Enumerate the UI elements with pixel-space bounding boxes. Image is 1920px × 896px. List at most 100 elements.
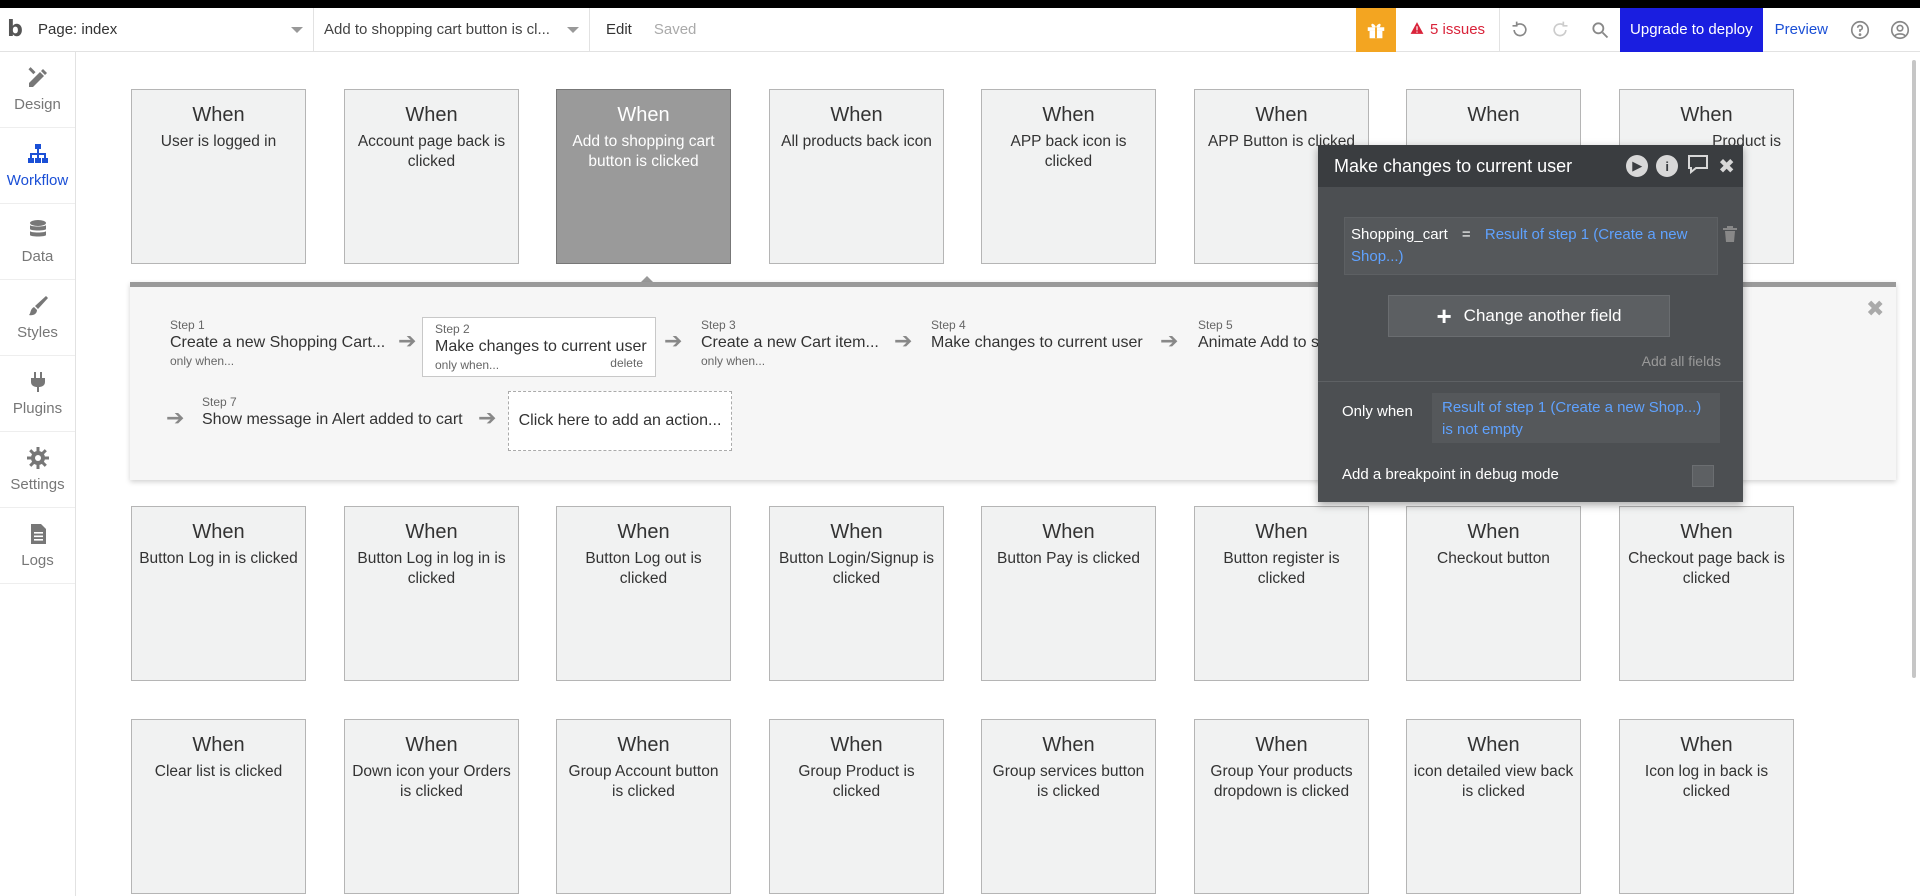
comment-icon[interactable] <box>1686 153 1710 180</box>
when-label: When <box>830 734 883 756</box>
step-3[interactable]: Step 3 Create a new Cart item... only wh… <box>701 318 879 368</box>
issues-button[interactable]: 5 issues <box>1396 7 1501 52</box>
when-label: When <box>830 521 883 543</box>
when-label: When <box>1255 521 1308 543</box>
when-label: When <box>1680 734 1733 756</box>
step-number: Step 1 <box>170 318 205 332</box>
close-icon[interactable]: ✖ <box>1866 296 1884 322</box>
event-selector[interactable]: Add to shopping cart button is cl... <box>314 7 590 52</box>
change-another-field-button[interactable]: + Change another field <box>1388 295 1670 337</box>
step-condition: only when... <box>170 354 235 368</box>
event-name: Add to shopping cart button is clicked <box>572 133 715 170</box>
when-label: When <box>405 521 458 543</box>
only-when-expression[interactable]: Result of step 1 (Create a new Shop...) … <box>1432 393 1720 443</box>
edit-menu[interactable]: Edit <box>606 21 632 38</box>
sidebar-item-settings[interactable]: Settings <box>0 432 75 508</box>
event-card[interactable]: When Icon log in back is clicked <box>1619 719 1794 894</box>
when-label: When <box>617 734 670 756</box>
breakpoint-label: Add a breakpoint in debug mode <box>1342 466 1559 483</box>
chevron-down-icon <box>567 26 579 33</box>
step-title: Animate Add to s <box>1198 334 1319 351</box>
event-card[interactable]: When Group Product is clicked <box>769 719 944 894</box>
field-operator: = <box>1461 226 1471 243</box>
step-1[interactable]: Step 1 Create a new Shopping Cart... onl… <box>170 318 385 368</box>
event-card[interactable]: When User is logged in <box>131 89 306 264</box>
preview-button[interactable]: Preview <box>1763 8 1840 52</box>
event-card[interactable]: When Checkout page back is clicked <box>1619 506 1794 681</box>
sidebar-item-data[interactable]: Data <box>0 204 75 280</box>
sidebar-item-label: Plugins <box>12 400 63 417</box>
delete-step-link[interactable]: delete <box>610 356 643 370</box>
close-icon[interactable]: ✖ <box>1718 154 1735 179</box>
plus-icon: + <box>1436 301 1452 331</box>
add-all-fields-link[interactable]: Add all fields <box>1642 353 1721 369</box>
sidebar-item-logs[interactable]: Logs <box>0 508 75 584</box>
sidebar-item-plugins[interactable]: Plugins <box>0 356 75 432</box>
event-card-selected[interactable]: When Add to shopping cart button is click… <box>556 89 731 264</box>
step-4[interactable]: Step 4 Make changes to current user <box>931 318 1143 352</box>
event-card[interactable]: When Button Log in is clicked <box>131 506 306 681</box>
arrow-right-icon: ➔ <box>166 405 185 430</box>
sidebar-item-label: Styles <box>17 324 58 341</box>
bubble-logo-icon[interactable]: b <box>0 8 30 52</box>
event-card[interactable]: When Down icon your Orders is clicked <box>344 719 519 894</box>
when-label: When <box>405 104 458 126</box>
when-label: When <box>1042 521 1095 543</box>
divider <box>1318 381 1743 382</box>
event-card[interactable]: When Clear list is clicked <box>131 719 306 894</box>
event-card[interactable]: When All products back icon <box>769 89 944 264</box>
add-action-button[interactable]: Click here to add an action... <box>508 391 732 451</box>
field-assignment-row[interactable]: Shopping_cart = Result of step 1 (Create… <box>1344 217 1718 275</box>
event-card[interactable]: When Button Pay is clicked <box>981 506 1156 681</box>
event-card[interactable]: When APP back icon is clicked <box>981 89 1156 264</box>
document-icon <box>30 524 46 544</box>
redo-icon[interactable] <box>1540 8 1580 52</box>
step-title: Create a new Cart item... <box>701 334 879 351</box>
event-name: Button Log out is clicked <box>585 550 702 587</box>
breakpoint-checkbox[interactable] <box>1692 465 1714 487</box>
sidebar-item-styles[interactable]: Styles <box>0 280 75 356</box>
workflow-sitemap-icon <box>27 144 48 163</box>
event-card[interactable]: When Group Your products dropdown is clic… <box>1194 719 1369 894</box>
help-icon[interactable] <box>1840 8 1880 52</box>
event-card[interactable]: When Group Account button is clicked <box>556 719 731 894</box>
event-selector-label: Add to shopping cart button is cl... <box>324 21 550 38</box>
info-icon[interactable]: i <box>1656 155 1679 177</box>
when-label: When <box>830 104 883 126</box>
upgrade-to-deploy-button[interactable]: Upgrade to deploy <box>1620 7 1763 52</box>
event-card[interactable]: When Button Log out is clicked <box>556 506 731 681</box>
event-card[interactable]: When icon detailed view back is clicked <box>1406 719 1581 894</box>
step-title: Create a new Shopping Cart... <box>170 334 386 351</box>
step-7[interactable]: Step 7 Show message in Alert added to ca… <box>202 395 463 429</box>
page-selector[interactable]: Page: index <box>30 7 314 52</box>
event-card[interactable]: When Button Login/Signup is clicked <box>769 506 944 681</box>
event-card[interactable]: When Checkout button <box>1406 506 1581 681</box>
vertical-scrollbar[interactable] <box>1912 60 1916 678</box>
undo-icon[interactable] <box>1500 8 1540 52</box>
event-card[interactable]: When Button register is clicked <box>1194 506 1369 681</box>
step-number: Step 7 <box>202 395 237 409</box>
event-card[interactable]: When Account page back is clicked <box>344 89 519 264</box>
when-label: When <box>1680 104 1733 126</box>
event-name: Button Pay is clicked <box>996 550 1140 567</box>
gift-icon[interactable] <box>1356 7 1397 52</box>
event-name: Button Log in is clicked <box>139 550 298 567</box>
play-icon[interactable]: ▶ <box>1626 155 1649 177</box>
trash-icon[interactable] <box>1722 225 1738 248</box>
step-5[interactable]: Step 5 Animate Add to s <box>1198 318 1319 352</box>
editor-header: Make changes to current user ▶ i ✖ <box>1318 145 1743 187</box>
when-label: When <box>1467 734 1520 756</box>
sidebar-item-workflow[interactable]: Workflow <box>0 128 75 204</box>
event-card[interactable]: When Group services button is clicked <box>981 719 1156 894</box>
warning-icon <box>1410 21 1424 39</box>
search-icon[interactable] <box>1580 8 1620 52</box>
step-title: Make changes to current user <box>931 334 1143 351</box>
event-card[interactable]: When Button Log in log in is clicked <box>344 506 519 681</box>
brush-icon <box>28 296 48 316</box>
user-account-icon[interactable] <box>1880 8 1920 52</box>
event-name: Account page back is clicked <box>357 133 506 170</box>
step-2[interactable]: Step 2 Make changes to current user only… <box>422 317 656 377</box>
left-sidebar: Design Workflow Data Styles Plugins Sett… <box>0 52 76 896</box>
sidebar-item-design[interactable]: Design <box>0 52 75 128</box>
when-label: When <box>1042 734 1095 756</box>
